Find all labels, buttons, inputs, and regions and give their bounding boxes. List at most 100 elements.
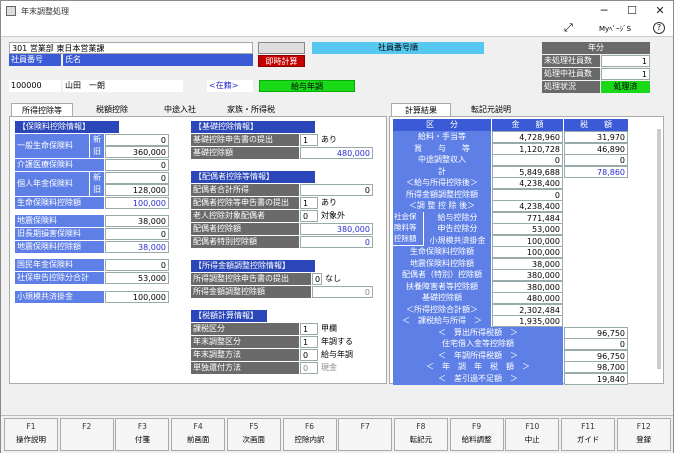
help-icon[interactable]: ? [653, 22, 665, 34]
life-new-input[interactable]: 0 [105, 134, 169, 146]
result-row-label: 賞 与 等 [393, 142, 491, 155]
close-button[interactable]: ✕ [647, 3, 673, 19]
maximize-button[interactable]: ☐ [619, 3, 645, 19]
unprocessed-count: 1 [601, 55, 650, 67]
tab-tax-credit[interactable]: 税額控除 [81, 103, 143, 116]
result-row-label: 給料・手当等 [393, 131, 491, 143]
life-label: 一般生命保険料 [15, 134, 89, 158]
social-group-line3: 控除額 [394, 234, 417, 243]
fkey-number: F5 [249, 422, 259, 431]
tab-source[interactable]: 転記元説明 [457, 103, 525, 116]
pension-label: 個人年金保険料 [15, 172, 89, 196]
basic-submit-code[interactable]: 1 [300, 134, 318, 146]
scrollbar[interactable] [657, 129, 661, 369]
result-row-label: ＜所得控除合計額＞ [393, 303, 491, 316]
method-code[interactable]: 0 [300, 349, 318, 361]
tax-row-value: 96,750 [564, 349, 628, 362]
process-status: 処理済 [601, 81, 650, 93]
spouse-ded-value: 380,000 [300, 223, 373, 235]
national-input[interactable]: 0 [105, 259, 169, 271]
spouse-submit-code[interactable]: 1 [300, 197, 318, 209]
tax-row-label: ＜ 差引過不足額 ＞ [393, 372, 563, 385]
result-header-category: 区 分 [393, 119, 491, 131]
adjust-submit-value: なし [323, 273, 373, 285]
yearend-class-code[interactable]: 1 [300, 336, 318, 348]
processing-count: 1 [601, 68, 650, 80]
insurance-title: 【保険料控除情報】 [15, 121, 119, 133]
life-old-input[interactable]: 360,000 [105, 146, 169, 158]
life-old-label: 旧 [90, 146, 104, 158]
expand-icon[interactable]: ⤢ [564, 21, 573, 35]
fkey-f1[interactable]: F1 操作説明 [4, 418, 58, 451]
fkey-label: 控除内訳 [294, 435, 325, 444]
fkey-f10[interactable]: F10 中止 [505, 418, 560, 451]
fkey-label: 操作説明 [16, 435, 46, 444]
spouse-income-input[interactable]: 0 [300, 184, 373, 196]
single-refund-code[interactable]: 0 [300, 362, 318, 374]
sort-order-button[interactable]: 社員番号順 [312, 42, 484, 54]
social-input[interactable]: 53,000 [105, 272, 169, 284]
fkey-f7[interactable]: F7 [338, 418, 393, 451]
basic-submit-value: あり [319, 134, 373, 146]
fkey-f12[interactable]: F12 登録 [616, 418, 671, 451]
mypage-link[interactable]: MyﾍﾟｰｼﾞS [599, 24, 631, 34]
tab-results[interactable]: 計算結果 [391, 103, 451, 116]
fkey-f6[interactable]: F6 控除内訳 [282, 418, 337, 451]
life-total-value: 100,000 [105, 197, 169, 209]
result-row-label: 扶養障害者等控除額 [393, 280, 491, 293]
result-row-label: 配偶者（特別）控除額 [393, 269, 491, 281]
pension-old-input[interactable]: 128,000 [105, 184, 169, 196]
adjust-amount-value: 0 [312, 286, 373, 298]
result-row-amount: 4,238,400 [492, 177, 563, 189]
tab-midyear[interactable]: 中途入社 [149, 103, 211, 116]
method-label: 年末調整方法 [191, 349, 299, 361]
fkey-f8[interactable]: F8 転記元 [393, 418, 448, 451]
fkey-label: 登録 [636, 435, 652, 444]
result-row-amount: 38,000 [492, 257, 563, 270]
fkey-label: 給料調整 [461, 435, 492, 444]
care-label: 介護医療保険料 [15, 159, 104, 171]
emp-no-value[interactable]: 100000 [9, 80, 61, 92]
fkey-number: F2 [82, 422, 92, 431]
small-input[interactable]: 100,000 [105, 291, 169, 303]
status-badge: <在籍> [207, 80, 253, 92]
dept-field: 301 営業部 東日本営業課 [9, 42, 253, 54]
single-refund-label: 単独還付方法 [191, 362, 299, 374]
result-row-label: 基礎控除額 [393, 292, 491, 304]
minimize-button[interactable]: ─ [591, 3, 617, 19]
spouse-elder-code[interactable]: 0 [300, 210, 318, 222]
result-header-amount: 金 額 [492, 119, 563, 131]
fkey-label: 転記元 [409, 435, 433, 444]
fkey-f2[interactable]: F2 [59, 418, 114, 451]
fkey-f5[interactable]: F5 次画面 [226, 418, 281, 451]
tax-class-code[interactable]: 1 [300, 323, 318, 335]
processing-label: 処理中社員数 [542, 68, 600, 80]
result-row-amount: 5,849,688 [492, 165, 563, 178]
app-icon [6, 6, 16, 16]
tab-deductions[interactable]: 所得控除等 [11, 103, 73, 116]
yearend-class-label: 年末調整区分 [191, 336, 299, 348]
life-new-label: 新 [90, 134, 104, 146]
result-row-amount: 4,728,960 [492, 131, 563, 143]
fkey-number: F6 [304, 422, 315, 431]
care-input[interactable]: 0 [105, 159, 169, 171]
result-row-amount: 380,000 [492, 269, 563, 281]
instant-calc-button[interactable]: 即時計算 [258, 55, 305, 67]
result-row-amount: 1,120,728 [492, 142, 563, 155]
quake-input[interactable]: 38,000 [105, 215, 169, 227]
result-row-amount: 771,484 [492, 211, 563, 224]
fkey-number: F9 [472, 422, 482, 431]
tab-family[interactable]: 家族・所得税 [215, 103, 287, 116]
tax-row-value: 0 [564, 338, 628, 350]
result-row-tax: 0 [564, 154, 628, 166]
blank-button[interactable] [258, 42, 305, 54]
fkey-f9[interactable]: F9 給料調整 [449, 418, 504, 451]
fkey-f4[interactable]: F4 前画面 [171, 418, 226, 451]
adjust-submit-code[interactable]: 0 [312, 273, 322, 285]
fkey-f3[interactable]: F3 付箋 [115, 418, 170, 451]
fkey-f11[interactable]: F11 ガイド [561, 418, 615, 451]
pension-new-input[interactable]: 0 [105, 172, 169, 184]
result-row-label: 生命保険料控除額 [393, 246, 491, 258]
basic-amount-value: 480,000 [300, 147, 373, 159]
longterm-input[interactable]: 0 [105, 228, 169, 240]
